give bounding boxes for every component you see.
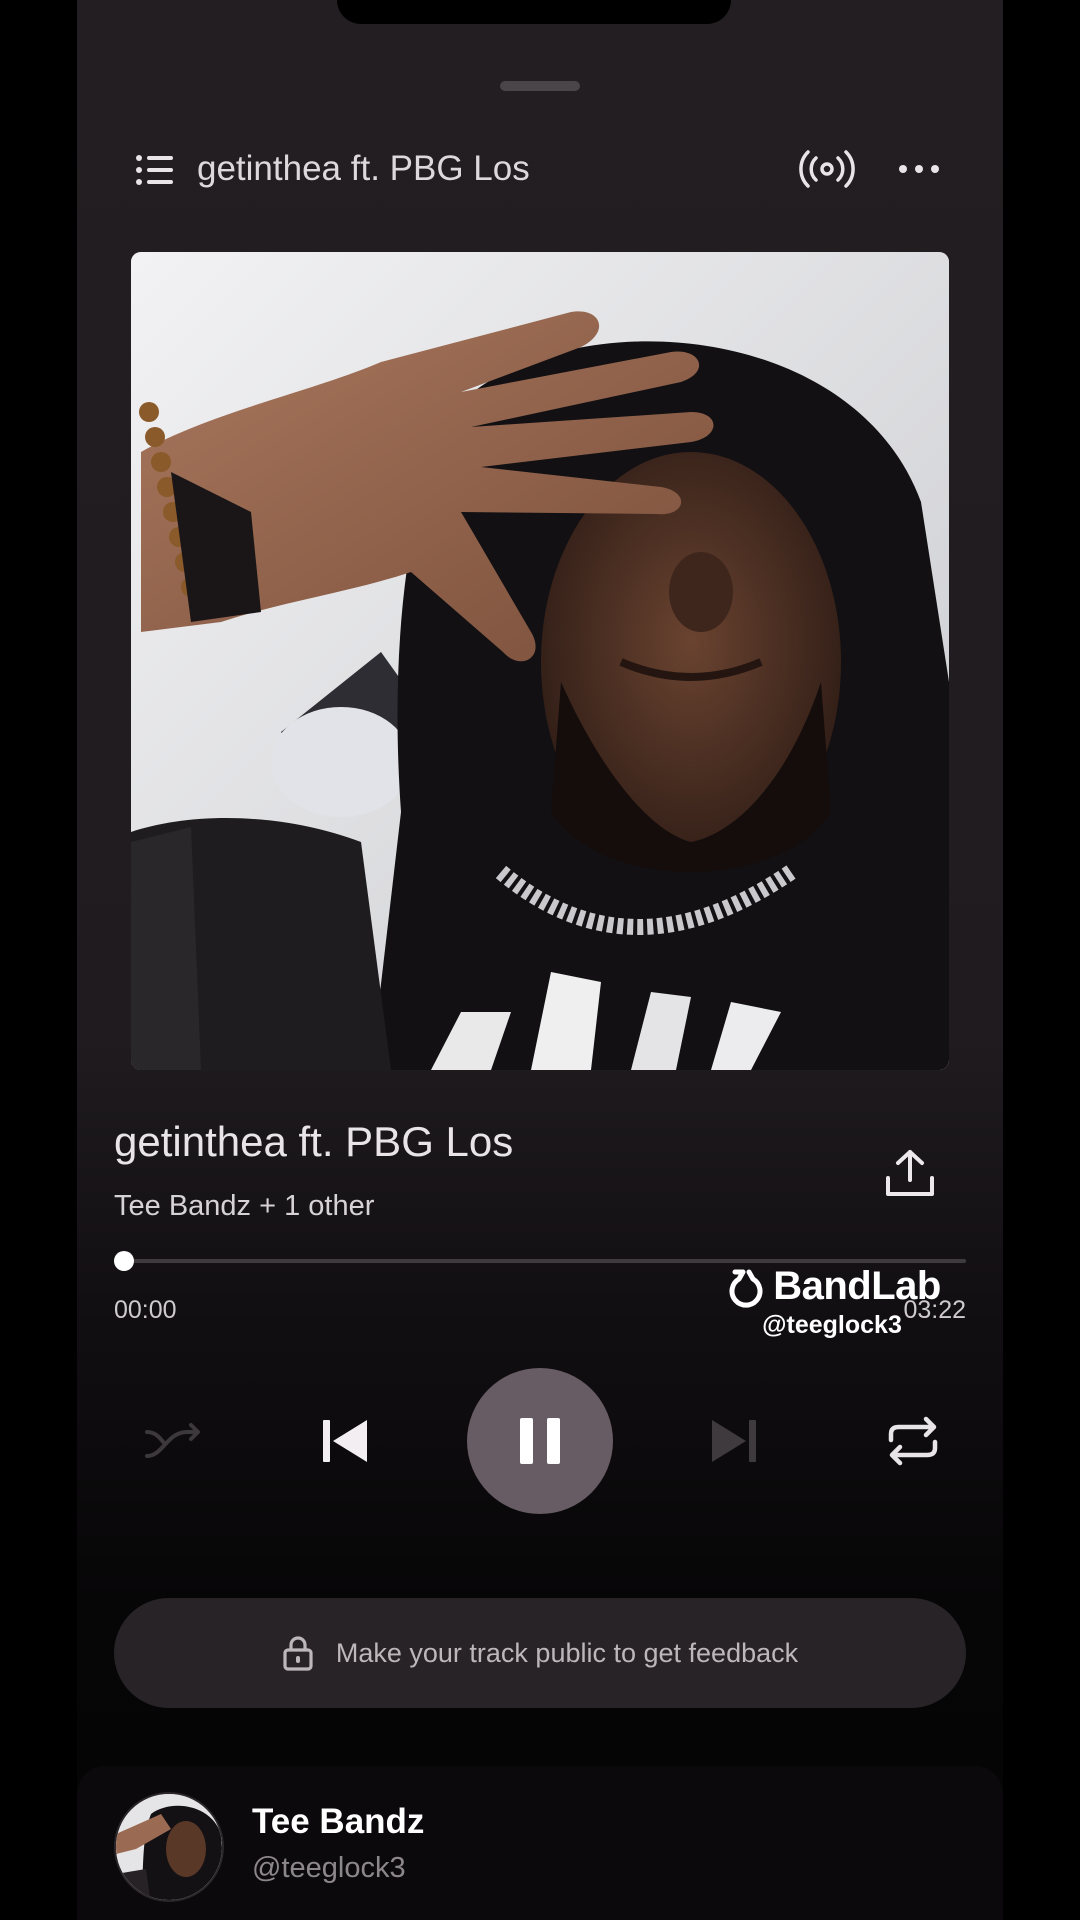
feedback-text: Make your track public to get feedback: [335, 1637, 799, 1668]
track-artists[interactable]: Tee Bandz + 1 other: [114, 1190, 374, 1223]
lock-icon: [283, 1636, 313, 1671]
now-playing-screen: getinthea ft. PBG Los getinthea ft. PBG …: [77, 0, 1003, 1920]
watermark-logo: BandLab: [717, 1264, 947, 1309]
watermark-handle: @teeglock3: [762, 1311, 902, 1339]
player-header: getinthea ft. PBG Los: [77, 135, 1003, 205]
artwork-image: [131, 252, 949, 1070]
skip-previous-icon[interactable]: [315, 1414, 375, 1468]
pause-icon: [520, 1418, 560, 1464]
device-notch: [337, 0, 731, 24]
watermark-brand: BandLab: [773, 1264, 941, 1308]
artist-name[interactable]: Tee Bandz: [252, 1802, 424, 1842]
queue-list-icon[interactable]: [135, 153, 173, 187]
make-public-feedback-button[interactable]: Make your track public to get feedback: [114, 1598, 966, 1708]
avatar-image: [116, 1794, 222, 1900]
progress-scrubber-handle[interactable]: [114, 1251, 134, 1271]
artist-card[interactable]: Tee Bandz @teeglock3: [77, 1766, 1003, 1920]
repeat-icon[interactable]: [883, 1414, 943, 1468]
header-track-title: getinthea ft. PBG Los: [197, 149, 530, 188]
pause-button[interactable]: [467, 1368, 613, 1514]
progress-bar[interactable]: [114, 1251, 966, 1271]
avatar[interactable]: [114, 1792, 224, 1902]
bandlab-logo-icon: [729, 1269, 763, 1308]
more-horizontal-icon[interactable]: [897, 155, 941, 183]
album-artwork: [131, 252, 949, 1070]
shuffle-icon[interactable]: [143, 1414, 203, 1468]
artist-handle: @teeglock3: [252, 1852, 406, 1884]
bandlab-watermark: BandLab @teeglock3: [717, 1264, 947, 1340]
skip-next-icon[interactable]: [704, 1414, 764, 1468]
sheet-drag-handle[interactable]: [500, 81, 580, 91]
broadcast-icon[interactable]: [799, 149, 855, 189]
share-upload-icon[interactable]: [883, 1148, 937, 1200]
time-elapsed: 00:00: [114, 1296, 177, 1324]
track-title: getinthea ft. PBG Los: [114, 1118, 514, 1165]
